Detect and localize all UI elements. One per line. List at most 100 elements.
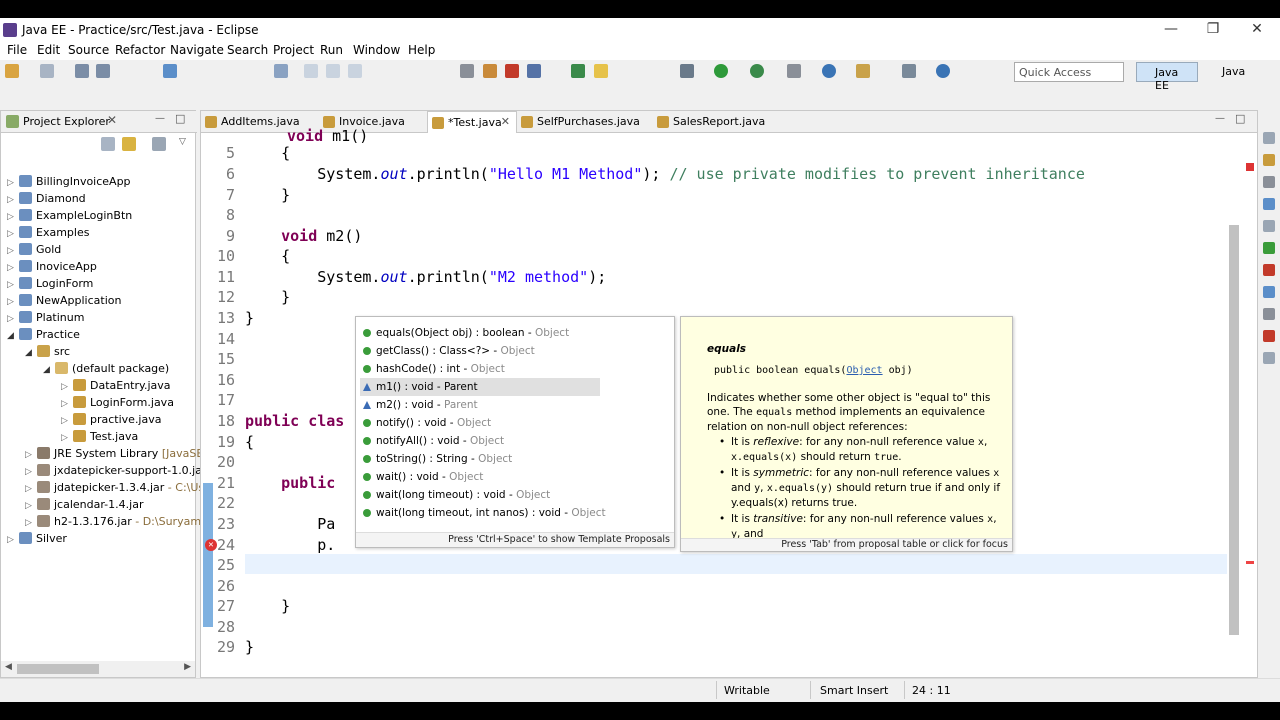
tree-project-gold[interactable]: ▷ Gold (7, 243, 61, 260)
maximize-view-icon[interactable]: □ (175, 112, 185, 125)
tab-selfpurchases[interactable]: SelfPurchases.java (517, 111, 653, 133)
tree-jar-jxdatepicker[interactable]: ▷ jxdatepicker-support-1.0.ja (25, 464, 202, 481)
tree-project-silver[interactable]: ▷ Silver (7, 532, 67, 549)
debug-bug-icon[interactable] (505, 64, 519, 78)
minimize-view-icon[interactable]: — (155, 113, 165, 124)
proposal-item[interactable]: getClass() : Class<?> - Object (360, 342, 600, 360)
toggle-block-icon[interactable] (460, 64, 474, 78)
error-summary-icon[interactable] (1246, 163, 1254, 171)
proposal-item[interactable]: m2() : void - Parent (360, 396, 600, 414)
menu-help[interactable]: Help (408, 42, 435, 57)
minimize-button[interactable]: — (1150, 18, 1192, 42)
proposal-item-selected[interactable]: m1() : void - Parent (360, 378, 600, 396)
menu-window[interactable]: Window (353, 42, 400, 57)
snippets-icon[interactable] (1263, 352, 1275, 364)
scroll-left-icon[interactable]: ◀ (5, 662, 12, 672)
tree-default-package[interactable]: ◢ (default package) (43, 362, 169, 379)
explorer-scroll-thumb[interactable] (17, 664, 99, 674)
outline-icon[interactable] (1263, 176, 1275, 188)
search-icon[interactable] (902, 64, 916, 78)
markers-icon[interactable] (1263, 198, 1275, 210)
open-icon[interactable] (40, 64, 54, 78)
data-source-icon[interactable] (1263, 330, 1275, 342)
filter-icon[interactable] (152, 137, 166, 151)
resume-icon[interactable] (304, 64, 318, 78)
search-view-icon[interactable] (1263, 308, 1275, 320)
quick-access-input[interactable]: Quick Access (1014, 62, 1124, 82)
perspective-java-button[interactable]: Java (1204, 62, 1249, 82)
error-marker-icon[interactable]: ✕ (205, 539, 217, 551)
proposal-item[interactable]: toString() : String - Object (360, 450, 600, 468)
new-class-icon[interactable] (822, 64, 836, 78)
tree-file-loginform[interactable]: ▷ LoginForm.java (61, 396, 174, 413)
tree-project-practice[interactable]: ◢ Practice (7, 328, 80, 345)
status-insert-mode[interactable]: Smart Insert (820, 684, 888, 697)
javadoc-popup[interactable]: equals public boolean equals(Object obj)… (680, 316, 1013, 552)
overview-ruler[interactable] (1243, 133, 1257, 663)
debug-launch-icon[interactable] (680, 64, 694, 78)
save-icon[interactable] (75, 64, 89, 78)
menu-file[interactable]: File (7, 42, 27, 57)
tab-salesreport[interactable]: SalesReport.java (653, 111, 783, 133)
suspend-icon[interactable] (326, 64, 340, 78)
servers-icon[interactable] (1263, 242, 1275, 254)
close-view-icon[interactable]: ✕ (107, 113, 117, 127)
maximize-editor-icon[interactable]: □ (1235, 112, 1245, 125)
terminate-icon[interactable] (348, 64, 362, 78)
tree-jar-jcalendar[interactable]: ▷ jcalendar-1.4.jar (25, 498, 143, 515)
proposal-item[interactable]: wait(long timeout, int nanos) : void - O… (360, 504, 660, 522)
new-icon[interactable] (5, 64, 19, 78)
properties-icon[interactable] (1263, 220, 1275, 232)
tree-project-exampleloginbtn[interactable]: ▷ ExampleLoginBtn (7, 209, 132, 226)
problems-icon[interactable] (1263, 264, 1275, 276)
console-icon[interactable] (1263, 286, 1275, 298)
project-explorer-tab[interactable]: Project Explorer ✕ — □ (1, 111, 197, 133)
task-list-icon[interactable] (1263, 154, 1275, 166)
tree-project-billinginvoiceapp[interactable]: ▷ BillingInvoiceApp (7, 175, 131, 192)
tree-file-practive[interactable]: ▷ practive.java (61, 413, 161, 430)
run-icon[interactable] (714, 64, 728, 78)
tree-project-diamond[interactable]: ▷ Diamond (7, 192, 86, 209)
highlight-icon[interactable] (594, 64, 608, 78)
restore-button[interactable]: ❐ (1192, 18, 1234, 42)
close-tab-icon[interactable]: ✕ (501, 115, 510, 128)
proposal-item[interactable]: hashCode() : int - Object (360, 360, 600, 378)
coverage-icon[interactable] (750, 64, 764, 78)
view-menu-icon[interactable]: ▽ (179, 137, 186, 147)
tree-file-dataentry[interactable]: ▷ DataEntry.java (61, 379, 171, 396)
server-icon[interactable] (527, 64, 541, 78)
javadoc-type-link[interactable]: Object (846, 365, 882, 376)
proposal-item[interactable]: wait(long timeout) : void - Object (360, 486, 600, 504)
proposal-item[interactable]: notify() : void - Object (360, 414, 600, 432)
perspective-java-ee-button[interactable]: Java EE (1136, 62, 1198, 92)
editor-scroll-thumb[interactable] (1229, 225, 1239, 635)
tab-test[interactable]: *Test.java ✕ (427, 111, 517, 133)
error-ruler-mark[interactable] (1246, 561, 1254, 564)
explorer-horizontal-scrollbar[interactable]: ◀ ▶ (1, 661, 195, 677)
proposal-item[interactable]: notifyAll() : void - Object (360, 432, 600, 450)
tree-project-newapplication[interactable]: ▷ NewApplication (7, 294, 121, 311)
skip-breakpoints-icon[interactable] (274, 64, 288, 78)
collapse-all-icon[interactable] (101, 137, 115, 151)
web-browser-icon[interactable] (936, 64, 950, 78)
minimize-editor-icon[interactable]: — (1215, 113, 1225, 124)
tree-project-inoviceapp[interactable]: ▷ InoviceApp (7, 260, 97, 277)
open-type-icon[interactable] (856, 64, 870, 78)
new-java-project-icon[interactable] (571, 64, 585, 78)
tree-project-platinum[interactable]: ▷ Platinum (7, 311, 84, 328)
editor-vertical-scrollbar[interactable] (1227, 151, 1241, 671)
tree-jar-h2[interactable]: ▷ h2-1.3.176.jar - D:\Suryam\ (25, 515, 205, 532)
scroll-right-icon[interactable]: ▶ (184, 662, 191, 672)
menu-source[interactable]: Source (68, 42, 109, 57)
menu-project[interactable]: Project (273, 42, 314, 57)
terminal-icon[interactable] (163, 64, 177, 78)
tree-folder-src[interactable]: ◢ src (25, 345, 70, 362)
restore-view-icon[interactable] (1263, 132, 1275, 144)
tree-jre-library[interactable]: ▷ JRE System Library [JavaSE- (25, 447, 207, 464)
menu-edit[interactable]: Edit (37, 42, 60, 57)
build-icon[interactable] (483, 64, 497, 78)
link-with-editor-icon[interactable] (122, 137, 136, 151)
proposal-item[interactable]: equals(Object obj) : boolean - Object (360, 324, 600, 342)
menu-refactor[interactable]: Refactor (115, 42, 165, 57)
menu-run[interactable]: Run (320, 42, 343, 57)
